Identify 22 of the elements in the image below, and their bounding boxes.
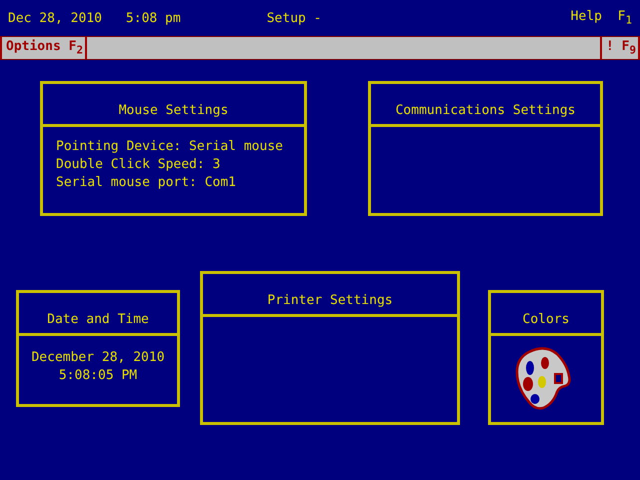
options-menu[interactable]: Options F$_{2}$ <box>0 37 87 59</box>
time-text: 5:08 pm <box>126 10 181 26</box>
help-menu[interactable]: Help F$_{1}$ <box>570 9 632 27</box>
panel-title: Printer Settings <box>267 293 393 308</box>
screen-title: Setup - <box>266 10 322 26</box>
panel-title: Communications Settings <box>395 103 576 118</box>
setting-text: 5:08:05 PM <box>58 368 138 383</box>
setting-text: December 28, 2010 <box>31 350 165 365</box>
panel-title: Mouse Settings <box>118 103 228 118</box>
panel-title: Colors <box>522 312 570 327</box>
palette-icon <box>515 346 571 412</box>
settings-panel[interactable]: Communications Settings <box>368 81 603 216</box>
settings-panel[interactable]: Date and Time December 28, 2010 5:08:05 PM <box>16 290 180 407</box>
setting-text: Serial mouse port: Com1 <box>56 175 238 190</box>
settings-panel[interactable]: Printer Settings <box>200 271 460 425</box>
panel-title: Date and Time <box>47 312 149 327</box>
setting-text: Double Click Speed: 3 <box>56 157 222 172</box>
date-text: Dec 28, 2010 <box>8 10 102 26</box>
run-button[interactable]: ! F$_{9}$ <box>600 37 640 59</box>
settings-panel[interactable]: Colors <box>488 290 604 425</box>
setting-text: Pointing Device: Serial mouse <box>56 139 284 154</box>
settings-panel[interactable]: Mouse Settings Pointing Device: Serial mouse Double Click Speed: 3 Serial mouse port: Com1 <box>40 81 307 216</box>
